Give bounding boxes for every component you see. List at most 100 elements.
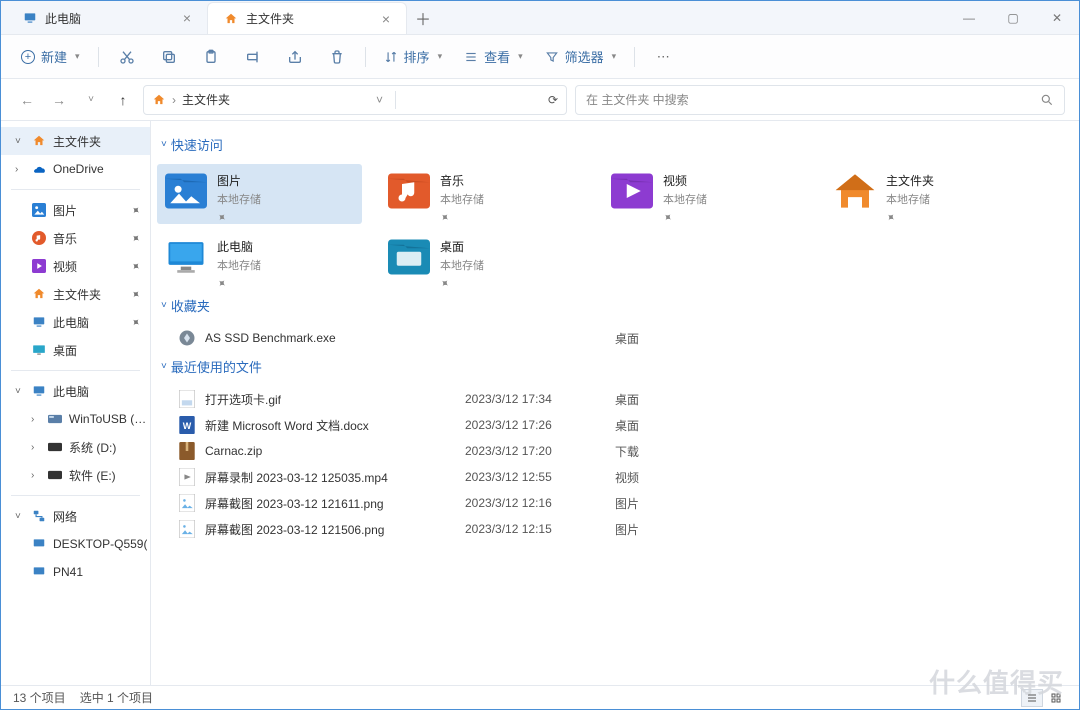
section-quick-access[interactable]: ˅ 快速访问 bbox=[161, 135, 1061, 154]
home-icon bbox=[224, 12, 238, 26]
item-sub: 本地存储 bbox=[217, 257, 354, 273]
onedrive-icon bbox=[31, 161, 47, 177]
paste-button[interactable] bbox=[193, 42, 229, 72]
file-row[interactable]: AS SSD Benchmark.exe 桌面 bbox=[157, 325, 1061, 351]
video-icon bbox=[31, 258, 47, 274]
toolbar: + 新建 ▾ 排序 ▾ 查看 ▾ 筛选器 ▾ ⋯ bbox=[1, 35, 1079, 79]
sort-button[interactable]: 排序 ▾ bbox=[376, 42, 451, 72]
maximize-button[interactable]: ▢ bbox=[991, 2, 1035, 34]
drive-icon bbox=[47, 439, 63, 455]
new-tab-button[interactable]: ＋ bbox=[407, 2, 439, 34]
chevron-down-icon: ˅ bbox=[15, 136, 25, 147]
pc-icon bbox=[31, 383, 47, 399]
divider bbox=[634, 47, 635, 67]
new-button[interactable]: + 新建 ▾ bbox=[13, 42, 88, 72]
file-date: 2023/3/12 12:55 bbox=[465, 470, 615, 484]
file-location: 桌面 bbox=[615, 417, 735, 434]
chevron-right-icon: › bbox=[15, 164, 25, 175]
item-sub: 本地存储 bbox=[663, 191, 800, 207]
status-bar: 13 个项目 选中 1 个项目 bbox=[1, 685, 1079, 709]
close-icon[interactable]: × bbox=[183, 10, 191, 26]
file-row[interactable]: 打开选项卡.gif 2023/3/12 17:34 桌面 bbox=[157, 386, 1061, 412]
home-icon bbox=[152, 93, 166, 107]
file-location: 桌面 bbox=[615, 330, 735, 347]
sidebar-item-pictures[interactable]: 图片 ✦ bbox=[1, 196, 150, 224]
close-icon[interactable]: × bbox=[382, 11, 390, 27]
sidebar-item-videos[interactable]: 视频 ✦ bbox=[1, 252, 150, 280]
delete-button[interactable] bbox=[319, 42, 355, 72]
quick-access-item[interactable]: 此电脑 本地存储 ✦ bbox=[157, 230, 362, 290]
address-bar[interactable]: › 主文件夹 ˅ ⟳ bbox=[143, 85, 567, 115]
sort-icon bbox=[384, 50, 398, 64]
file-name: 新建 Microsoft Word 文档.docx bbox=[205, 417, 465, 434]
pc-big-icon bbox=[165, 236, 207, 278]
item-name: 视频 bbox=[663, 172, 800, 189]
search-icon bbox=[1040, 93, 1054, 107]
quick-access-item[interactable]: 音乐 本地存储 ✦ bbox=[380, 164, 585, 224]
section-recent[interactable]: ˅ 最近使用的文件 bbox=[161, 357, 1061, 376]
up-button[interactable]: ↑ bbox=[111, 88, 135, 112]
rename-button[interactable] bbox=[235, 42, 271, 72]
tiles-view-button[interactable] bbox=[1045, 689, 1067, 707]
file-row[interactable]: 屏幕录制 2023-03-12 125035.mp4 2023/3/12 12:… bbox=[157, 464, 1061, 490]
selection-count: 选中 1 个项目 bbox=[80, 689, 153, 706]
minimize-button[interactable]: — bbox=[947, 2, 991, 34]
item-sub: 本地存储 bbox=[440, 191, 577, 207]
item-name: 主文件夹 bbox=[886, 172, 1023, 189]
search-input[interactable]: 在 主文件夹 中搜索 bbox=[575, 85, 1065, 115]
pin-icon: ✦ bbox=[128, 258, 143, 274]
cut-button[interactable] bbox=[109, 42, 145, 72]
tab-home-folder[interactable]: 主文件夹 × bbox=[207, 2, 407, 34]
file-row[interactable]: 屏幕截图 2023-03-12 121506.png 2023/3/12 12:… bbox=[157, 516, 1061, 542]
refresh-button[interactable]: ⟳ bbox=[548, 93, 558, 107]
file-row[interactable]: Carnac.zip 2023/3/12 17:20 下载 bbox=[157, 438, 1061, 464]
breadcrumb-current[interactable]: 主文件夹 bbox=[182, 91, 230, 108]
item-count: 13 个项目 bbox=[13, 689, 66, 706]
sidebar-item-network-host-1[interactable]: DESKTOP-Q559( bbox=[1, 530, 150, 558]
home-icon bbox=[31, 133, 47, 149]
chevron-down-icon: ▾ bbox=[518, 51, 523, 62]
divider bbox=[11, 370, 140, 371]
file-row[interactable]: W 新建 Microsoft Word 文档.docx 2023/3/12 17… bbox=[157, 412, 1061, 438]
item-name: 桌面 bbox=[440, 238, 577, 255]
section-favorites[interactable]: ˅ 收藏夹 bbox=[161, 296, 1061, 315]
file-date: 2023/3/12 12:15 bbox=[465, 522, 615, 536]
view-icon bbox=[464, 50, 478, 64]
sidebar-item-network-host-2[interactable]: PN41 bbox=[1, 558, 150, 586]
tab-this-pc[interactable]: 此电脑 × bbox=[7, 2, 207, 34]
back-button[interactable]: ← bbox=[15, 88, 39, 112]
sidebar-item-this-pc[interactable]: ˅ 此电脑 bbox=[1, 377, 150, 405]
quick-access-item[interactable]: 主文件夹 本地存储 ✦ bbox=[826, 164, 1031, 224]
quick-access-item[interactable]: 图片 本地存储 ✦ bbox=[157, 164, 362, 224]
sidebar-item-home-folder[interactable]: 主文件夹 ✦ bbox=[1, 280, 150, 308]
item-name: 图片 bbox=[217, 172, 354, 189]
file-name: 屏幕录制 2023-03-12 125035.mp4 bbox=[205, 469, 465, 486]
sidebar-item-drive-c[interactable]: › WinToUSB (C:) bbox=[1, 405, 150, 433]
chevron-right-icon: › bbox=[31, 442, 41, 453]
sidebar-item-onedrive[interactable]: › OneDrive bbox=[1, 155, 150, 183]
sidebar-item-home[interactable]: ˅ 主文件夹 bbox=[1, 127, 150, 155]
quick-access-item[interactable]: 视频 本地存储 ✦ bbox=[603, 164, 808, 224]
sidebar-item-music[interactable]: 音乐 ✦ bbox=[1, 224, 150, 252]
close-button[interactable]: ✕ bbox=[1035, 2, 1079, 34]
sidebar-item-drive-d[interactable]: › 系统 (D:) bbox=[1, 433, 150, 461]
view-button[interactable]: 查看 ▾ bbox=[456, 42, 531, 72]
quick-access-item[interactable]: 桌面 本地存储 ✦ bbox=[380, 230, 585, 290]
forward-button[interactable]: → bbox=[47, 88, 71, 112]
chevron-down-icon[interactable]: ˅ bbox=[376, 93, 383, 107]
sidebar-item-drive-e[interactable]: › 软件 (E:) bbox=[1, 461, 150, 489]
sidebar-item-this-pc-quick[interactable]: 此电脑 ✦ bbox=[1, 308, 150, 336]
copy-button[interactable] bbox=[151, 42, 187, 72]
filter-button[interactable]: 筛选器 ▾ bbox=[537, 42, 625, 72]
file-row[interactable]: 屏幕截图 2023-03-12 121611.png 2023/3/12 12:… bbox=[157, 490, 1061, 516]
recent-dropdown[interactable]: ˅ bbox=[79, 88, 103, 112]
sidebar-item-desktop[interactable]: 桌面 bbox=[1, 336, 150, 364]
window-controls: — ▢ ✕ bbox=[947, 2, 1079, 34]
more-button[interactable]: ⋯ bbox=[645, 42, 681, 72]
chevron-down-icon: ▾ bbox=[75, 51, 80, 62]
item-name: 音乐 bbox=[440, 172, 577, 189]
details-view-button[interactable] bbox=[1021, 689, 1043, 707]
file-location: 下载 bbox=[615, 443, 735, 460]
sidebar-item-network[interactable]: ˅ 网络 bbox=[1, 502, 150, 530]
share-button[interactable] bbox=[277, 42, 313, 72]
